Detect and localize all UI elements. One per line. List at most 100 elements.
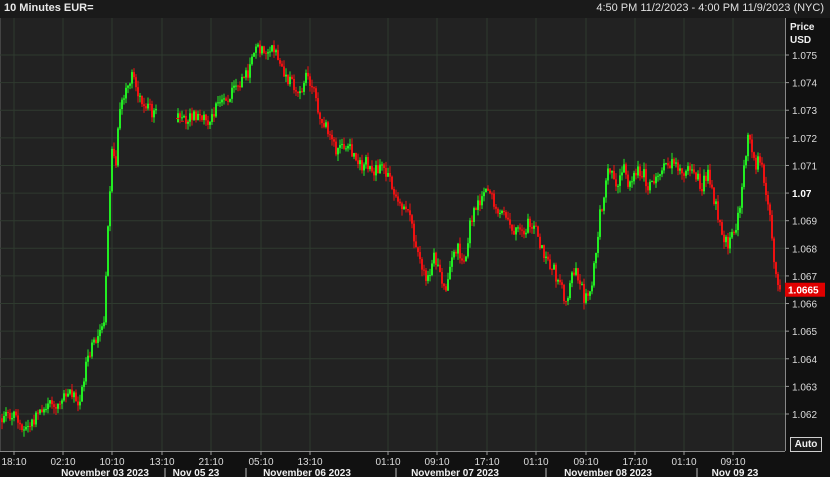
candle-body bbox=[737, 212, 739, 231]
candle-body bbox=[55, 406, 57, 409]
candle-body bbox=[429, 275, 431, 277]
candle-body bbox=[695, 172, 697, 180]
candle-body bbox=[9, 412, 11, 420]
candle-body bbox=[435, 252, 437, 265]
candle-body bbox=[103, 322, 105, 327]
candle-body bbox=[285, 74, 287, 77]
candle-body bbox=[779, 284, 781, 290]
candle-body bbox=[59, 403, 61, 405]
candle-body bbox=[395, 194, 397, 197]
candle-body bbox=[381, 164, 383, 166]
candle-body bbox=[227, 100, 229, 102]
candle-body bbox=[219, 102, 221, 104]
candle-body bbox=[253, 52, 255, 57]
candle-body bbox=[215, 103, 217, 117]
candle-body bbox=[339, 145, 341, 148]
candle-body bbox=[615, 179, 617, 187]
candle-body bbox=[277, 50, 279, 61]
candle-body bbox=[487, 188, 489, 191]
candle-body bbox=[27, 425, 29, 427]
candle-body bbox=[549, 259, 551, 269]
candle-body bbox=[425, 270, 427, 281]
candle-body bbox=[537, 226, 539, 237]
candle-body bbox=[37, 412, 39, 414]
candle-body bbox=[551, 268, 553, 270]
candle-body bbox=[639, 166, 641, 177]
candle-body bbox=[261, 46, 263, 54]
candle-body bbox=[699, 173, 701, 189]
candle-body bbox=[139, 95, 141, 97]
candle-body bbox=[505, 212, 507, 218]
candle-body bbox=[141, 95, 143, 105]
candle-body bbox=[445, 286, 447, 291]
candle-body bbox=[629, 181, 631, 187]
candle-body bbox=[213, 114, 215, 117]
candle-body bbox=[49, 400, 51, 404]
candle-body bbox=[47, 403, 49, 410]
candle-body bbox=[309, 76, 311, 86]
candle-body bbox=[71, 389, 73, 398]
candle-body bbox=[469, 220, 471, 244]
candle-body bbox=[357, 160, 359, 165]
candle-body bbox=[365, 157, 367, 165]
candle-body bbox=[755, 157, 757, 170]
candle-body bbox=[627, 174, 629, 187]
auto-scale-button[interactable]: Auto bbox=[790, 437, 822, 452]
candle-body bbox=[741, 186, 743, 208]
candle-body bbox=[221, 99, 223, 103]
price-axis-label: Price bbox=[790, 22, 815, 33]
price-tick-label: 1.067 bbox=[792, 272, 817, 283]
candle-body bbox=[583, 283, 585, 303]
candle-body bbox=[495, 206, 497, 209]
candle-body bbox=[231, 87, 233, 99]
candle-body bbox=[243, 77, 245, 79]
candle-body bbox=[269, 51, 271, 53]
candle-body bbox=[475, 208, 477, 210]
candle-body bbox=[67, 393, 69, 397]
candle-body bbox=[185, 115, 187, 124]
candle-body bbox=[265, 52, 267, 54]
candle-body bbox=[515, 227, 517, 235]
candle-body bbox=[43, 409, 45, 413]
time-tick-label: 13:10 bbox=[149, 457, 174, 468]
candle-body bbox=[409, 210, 411, 216]
candle-body bbox=[359, 160, 361, 165]
date-label: November 08 2023 bbox=[564, 468, 652, 477]
candle-body bbox=[127, 85, 129, 88]
candle-body bbox=[717, 201, 719, 220]
price-tick-label: 1.069 bbox=[792, 217, 817, 228]
candle-body bbox=[671, 159, 673, 169]
candle-body bbox=[241, 77, 243, 88]
candle-body bbox=[203, 114, 205, 121]
candle-body bbox=[387, 173, 389, 177]
candle-body bbox=[759, 156, 761, 163]
candle-body bbox=[267, 52, 269, 54]
candle-body bbox=[647, 186, 649, 191]
candle-body bbox=[301, 91, 303, 93]
candle-body bbox=[769, 204, 771, 215]
candle-body bbox=[587, 293, 589, 296]
candle-body bbox=[361, 160, 363, 171]
price-tick-label: 1.074 bbox=[792, 79, 817, 90]
candle-body bbox=[449, 266, 451, 280]
price-tick-label: 1.073 bbox=[792, 106, 817, 117]
candle-body bbox=[539, 236, 541, 249]
candle-body bbox=[751, 139, 753, 153]
candle-body bbox=[471, 220, 473, 222]
candle-body bbox=[657, 175, 659, 177]
candle-body bbox=[773, 238, 775, 263]
candle-body bbox=[597, 236, 599, 253]
candle-body bbox=[433, 252, 435, 264]
candle-body bbox=[693, 169, 695, 173]
date-label: Nov 09 23 bbox=[712, 468, 759, 477]
candle-body bbox=[63, 393, 65, 401]
candle-body bbox=[529, 218, 531, 227]
candle-body bbox=[119, 109, 121, 129]
candle-body bbox=[579, 280, 581, 285]
candle-body bbox=[313, 87, 315, 89]
price-tick-label: 1.07 bbox=[792, 189, 812, 200]
candle-body bbox=[333, 139, 335, 142]
candle-body bbox=[373, 171, 375, 176]
candle-body bbox=[207, 120, 209, 125]
candle-body bbox=[113, 148, 115, 157]
